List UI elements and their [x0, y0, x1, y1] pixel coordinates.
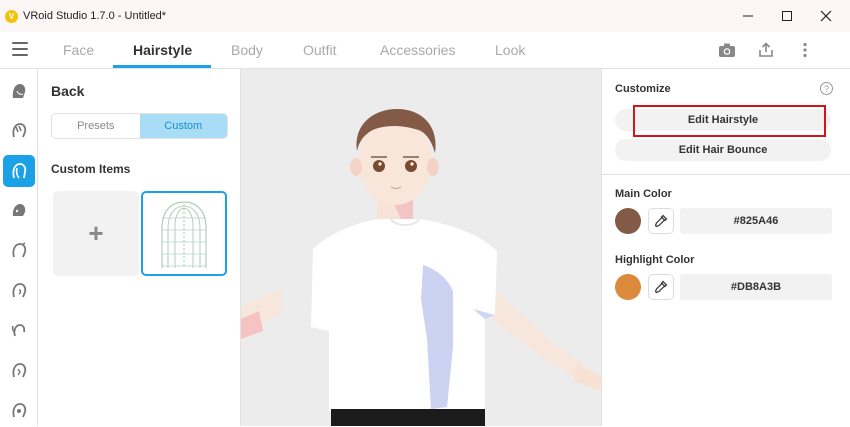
tab-hairstyle[interactable]: Hairstyle: [133, 32, 192, 68]
close-icon: [820, 10, 832, 22]
more-icon[interactable]: [795, 40, 815, 60]
camera-icon[interactable]: [717, 40, 737, 60]
misc-hair-icon[interactable]: [3, 395, 35, 427]
highlight-color-swatch[interactable]: [615, 274, 641, 300]
active-tab-indicator: [113, 65, 211, 68]
vroid-icon: V: [5, 9, 18, 23]
eyedropper-icon[interactable]: [648, 208, 674, 234]
main-tab-bar: Face Hairstyle Body Outfit Accessories L…: [0, 32, 850, 69]
hamburger-menu-icon[interactable]: [12, 42, 28, 56]
highlight-color-label: Highlight Color: [615, 254, 695, 266]
close-button[interactable]: [806, 0, 846, 32]
edit-hair-bounce-button[interactable]: Edit Hair Bounce: [615, 139, 831, 161]
ear-hair-icon[interactable]: [3, 275, 35, 307]
tab-accessories[interactable]: Accessories: [380, 32, 455, 68]
add-custom-item-button[interactable]: +: [53, 191, 139, 276]
custom-items-title: Custom Items: [51, 162, 131, 176]
ahoge-icon[interactable]: [3, 235, 35, 267]
highlight-box: [633, 105, 826, 137]
tab-face[interactable]: Face: [63, 32, 94, 68]
back-button[interactable]: Back: [51, 83, 84, 99]
braid-icon[interactable]: [3, 355, 35, 387]
plus-icon: +: [88, 218, 104, 248]
maximize-icon: [782, 11, 792, 21]
customize-panel: Customize ? Edit Hairstyle Edit Hair Bou…: [602, 69, 850, 426]
ponytail-icon[interactable]: [3, 315, 35, 347]
side-hair-icon[interactable]: [3, 195, 35, 227]
custom-segment[interactable]: Custom: [139, 114, 227, 138]
hair-base-icon[interactable]: [3, 75, 35, 107]
tab-outfit[interactable]: Outfit: [303, 32, 336, 68]
window-title: VRoid Studio 1.7.0 - Untitled*: [23, 10, 167, 22]
highlight-color-hex-field[interactable]: #DB8A3B: [680, 274, 832, 300]
front-hair-icon[interactable]: [3, 115, 35, 147]
presets-segment[interactable]: Presets: [52, 114, 140, 138]
maximize-button[interactable]: [767, 0, 807, 32]
tab-body[interactable]: Body: [231, 32, 263, 68]
presets-custom-toggle: Presets Custom: [51, 113, 228, 139]
back-hair-icon[interactable]: [3, 155, 35, 187]
model-viewport[interactable]: [241, 69, 602, 426]
minimize-button[interactable]: [728, 0, 768, 32]
eyedropper-icon[interactable]: [648, 274, 674, 300]
main-color-swatch[interactable]: [615, 208, 641, 234]
help-icon[interactable]: ?: [820, 82, 833, 95]
title-bar: V VRoid Studio 1.7.0 - Untitled*: [0, 0, 850, 32]
main-color-label: Main Color: [615, 188, 672, 200]
avatar-model: [241, 109, 601, 426]
tab-look[interactable]: Look: [495, 32, 525, 68]
custom-hair-item[interactable]: [141, 191, 227, 276]
hairstyle-panel: Back Presets Custom Custom Items +: [38, 69, 241, 426]
main-color-hex-field[interactable]: #825A46: [680, 208, 832, 234]
hair-category-rail: [0, 69, 38, 426]
share-icon[interactable]: [756, 40, 776, 60]
hair-mesh-thumbnail: [161, 200, 207, 268]
section-divider: [602, 174, 850, 175]
minimize-icon: [743, 15, 753, 17]
customize-title: Customize: [615, 83, 671, 95]
